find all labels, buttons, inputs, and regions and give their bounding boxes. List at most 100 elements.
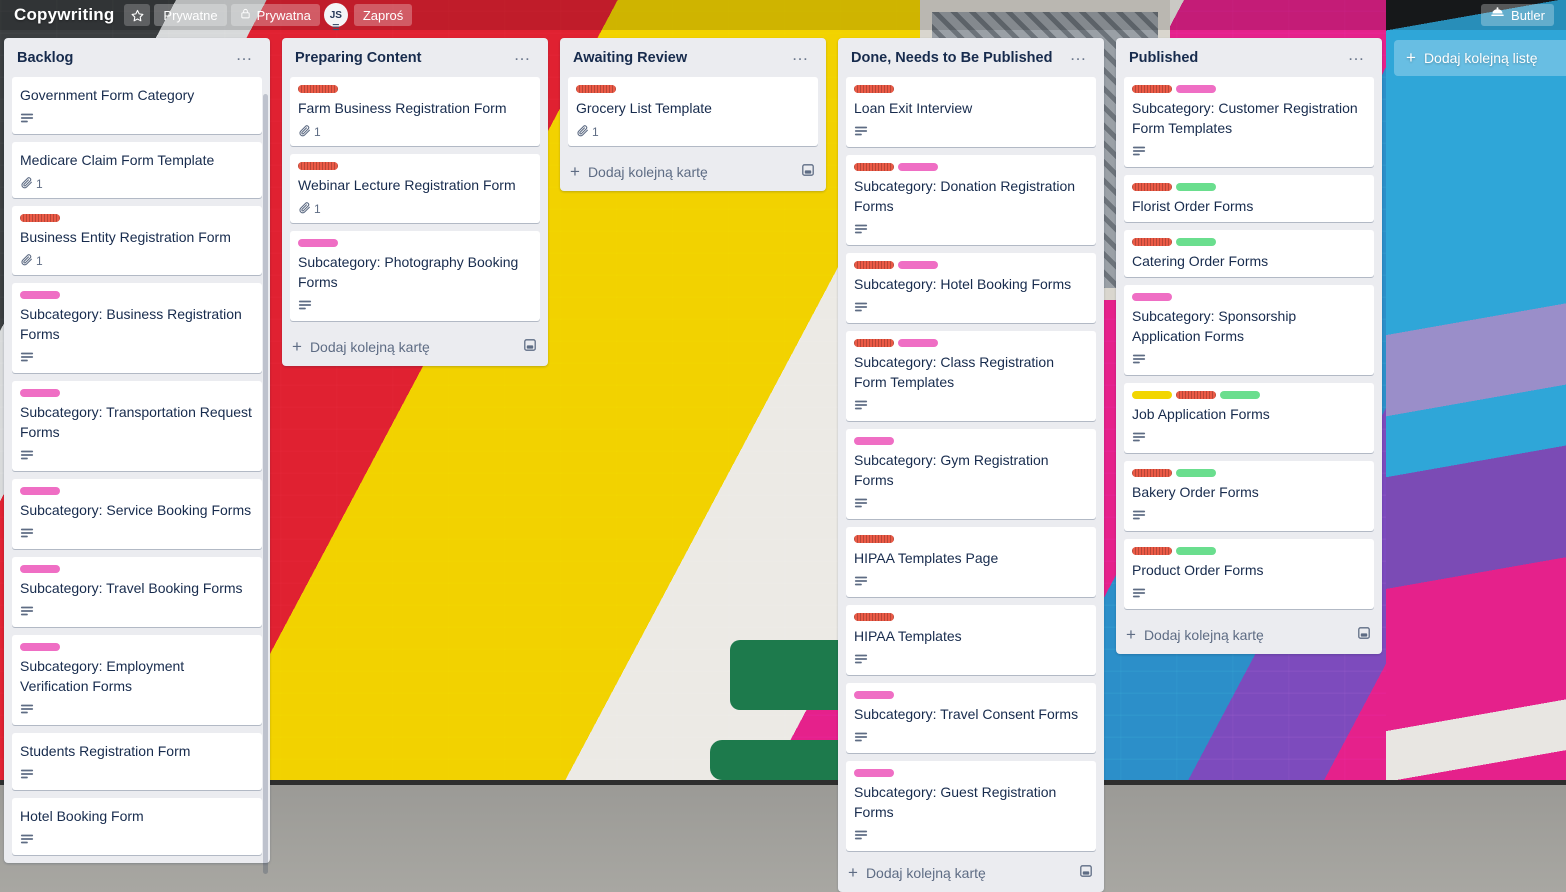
card-label-pink[interactable] bbox=[20, 389, 60, 397]
card[interactable]: Bakery Order Forms bbox=[1124, 461, 1374, 531]
card[interactable]: Subcategory: Travel Booking Forms bbox=[12, 557, 262, 627]
board-canvas[interactable]: Backlog … Government Form Category Medicar… bbox=[0, 30, 1566, 892]
card-label-yellow[interactable] bbox=[1132, 391, 1172, 399]
board-list[interactable]: Backlog … Government Form Category Medicar… bbox=[4, 38, 270, 874]
card-label-red[interactable] bbox=[20, 214, 60, 222]
card[interactable]: Subcategory: Service Booking Forms bbox=[12, 479, 262, 549]
card[interactable]: Grocery List Template 1 bbox=[568, 77, 818, 146]
list-menu-icon[interactable]: … bbox=[508, 46, 539, 67]
card-label-pink[interactable] bbox=[1176, 85, 1216, 93]
invite-button[interactable]: Zaproś bbox=[353, 4, 413, 26]
card[interactable]: Webinar Lecture Registration Form 1 bbox=[290, 154, 540, 223]
card[interactable]: Subcategory: Gym Registration Forms bbox=[846, 429, 1096, 519]
list-menu-icon[interactable]: … bbox=[1342, 46, 1373, 67]
card-label-pink[interactable] bbox=[898, 163, 938, 171]
card-badges bbox=[20, 526, 254, 543]
card[interactable]: Farm Business Registration Form 1 bbox=[290, 77, 540, 146]
board-title[interactable]: Copywriting bbox=[8, 4, 122, 26]
card-label-pink[interactable] bbox=[20, 487, 60, 495]
add-card-footer[interactable]: + Dodaj kolejną kartę bbox=[282, 329, 548, 366]
card[interactable]: HIPAA Templates bbox=[846, 605, 1096, 675]
list-title[interactable]: Preparing Content bbox=[295, 49, 421, 67]
card-template-icon[interactable] bbox=[1356, 625, 1372, 644]
list-menu-icon[interactable]: … bbox=[230, 46, 261, 67]
star-icon[interactable] bbox=[124, 4, 151, 26]
card[interactable]: Subcategory: Business Registration Forms bbox=[12, 283, 262, 373]
card-label-pink[interactable] bbox=[20, 643, 60, 651]
card[interactable]: Students Registration Form bbox=[12, 733, 262, 790]
card-label-red[interactable] bbox=[854, 261, 894, 269]
board-list[interactable]: Awaiting Review … Grocery List Template 1 +… bbox=[560, 38, 826, 191]
card-label-red[interactable] bbox=[854, 339, 894, 347]
workspace-visibility-button[interactable]: Prywatne bbox=[154, 4, 227, 26]
card[interactable]: Subcategory: Travel Consent Forms bbox=[846, 683, 1096, 753]
card-label-red[interactable] bbox=[1132, 469, 1172, 477]
card-label-red[interactable] bbox=[854, 85, 894, 93]
card[interactable]: Government Form Category bbox=[12, 77, 262, 134]
card-label-pink[interactable] bbox=[854, 769, 894, 777]
card-label-red[interactable] bbox=[854, 163, 894, 171]
list-scrollbar[interactable] bbox=[263, 94, 268, 874]
card[interactable]: Subcategory: Donation Registration Forms bbox=[846, 155, 1096, 245]
butler-button[interactable]: Butler bbox=[1481, 4, 1554, 26]
card[interactable]: Hotel Booking Form bbox=[12, 798, 262, 855]
card-label-red[interactable] bbox=[854, 613, 894, 621]
card-label-red[interactable] bbox=[298, 162, 338, 170]
list-title[interactable]: Done, Needs to Be Published bbox=[851, 49, 1052, 67]
list-menu-icon[interactable]: … bbox=[786, 46, 817, 67]
card-label-green[interactable] bbox=[1176, 238, 1216, 246]
card[interactable]: Subcategory: Sponsorship Application For… bbox=[1124, 285, 1374, 375]
card-label-pink[interactable] bbox=[854, 691, 894, 699]
add-card-footer[interactable]: + Dodaj kolejną kartę bbox=[838, 855, 1104, 892]
card-label-pink[interactable] bbox=[298, 239, 338, 247]
list-menu-icon[interactable]: … bbox=[1064, 46, 1095, 67]
board-list[interactable]: Done, Needs to Be Published … Loan Exit In… bbox=[838, 38, 1104, 892]
card-label-red[interactable] bbox=[854, 535, 894, 543]
card[interactable]: HIPAA Templates Page bbox=[846, 527, 1096, 597]
board-list[interactable]: Published … Subcategory: Customer Registra… bbox=[1116, 38, 1382, 654]
avatar[interactable]: JS ☰ bbox=[323, 3, 348, 32]
card[interactable]: Business Entity Registration Form 1 bbox=[12, 206, 262, 275]
board-list[interactable]: Preparing Content … Farm Business Registra… bbox=[282, 38, 548, 366]
card-template-icon[interactable] bbox=[522, 337, 538, 356]
card[interactable]: Product Order Forms bbox=[1124, 539, 1374, 609]
card-label-pink[interactable] bbox=[898, 339, 938, 347]
card-label-red[interactable] bbox=[1176, 391, 1216, 399]
card[interactable]: Subcategory: Customer Registration Form … bbox=[1124, 77, 1374, 167]
card[interactable]: Catering Order Forms bbox=[1124, 230, 1374, 277]
card[interactable]: Loan Exit Interview bbox=[846, 77, 1096, 147]
card-template-icon[interactable] bbox=[800, 162, 816, 181]
card[interactable]: Subcategory: Guest Registration Forms bbox=[846, 761, 1096, 851]
card-label-green[interactable] bbox=[1220, 391, 1260, 399]
card-label-green[interactable] bbox=[1176, 547, 1216, 555]
card-label-red[interactable] bbox=[576, 85, 616, 93]
card[interactable]: Subcategory: Class Registration Form Tem… bbox=[846, 331, 1096, 421]
card-label-pink[interactable] bbox=[1132, 293, 1172, 301]
card-label-green[interactable] bbox=[1176, 469, 1216, 477]
card[interactable]: Subcategory: Transportation Request Form… bbox=[12, 381, 262, 471]
card[interactable]: Florist Order Forms bbox=[1124, 175, 1374, 222]
board-visibility-button[interactable]: Prywatna bbox=[230, 4, 320, 26]
add-card-footer[interactable]: + Dodaj kolejną kartę bbox=[560, 154, 826, 191]
card-label-red[interactable] bbox=[1132, 85, 1172, 93]
card-label-red[interactable] bbox=[1132, 238, 1172, 246]
card-template-icon[interactable] bbox=[1078, 863, 1094, 882]
card-label-green[interactable] bbox=[1176, 183, 1216, 191]
list-title[interactable]: Awaiting Review bbox=[573, 49, 687, 67]
card[interactable]: Job Application Forms bbox=[1124, 383, 1374, 453]
list-title[interactable]: Backlog bbox=[17, 49, 73, 67]
card[interactable]: Subcategory: Employment Verification For… bbox=[12, 635, 262, 725]
card[interactable]: Subcategory: Hotel Booking Forms bbox=[846, 253, 1096, 323]
card-label-pink[interactable] bbox=[854, 437, 894, 445]
card[interactable]: Subcategory: Photography Booking Forms bbox=[290, 231, 540, 321]
card-label-pink[interactable] bbox=[20, 565, 60, 573]
card-label-pink[interactable] bbox=[20, 291, 60, 299]
list-title[interactable]: Published bbox=[1129, 49, 1198, 67]
card-label-red[interactable] bbox=[298, 85, 338, 93]
add-card-footer[interactable]: + Dodaj kolejną kartę bbox=[1116, 617, 1382, 654]
card-label-red[interactable] bbox=[1132, 547, 1172, 555]
card-label-pink[interactable] bbox=[898, 261, 938, 269]
card[interactable]: Medicare Claim Form Template 1 bbox=[12, 142, 262, 198]
add-list-button[interactable]: + Dodaj kolejną listę bbox=[1394, 40, 1566, 76]
card-label-red[interactable] bbox=[1132, 183, 1172, 191]
